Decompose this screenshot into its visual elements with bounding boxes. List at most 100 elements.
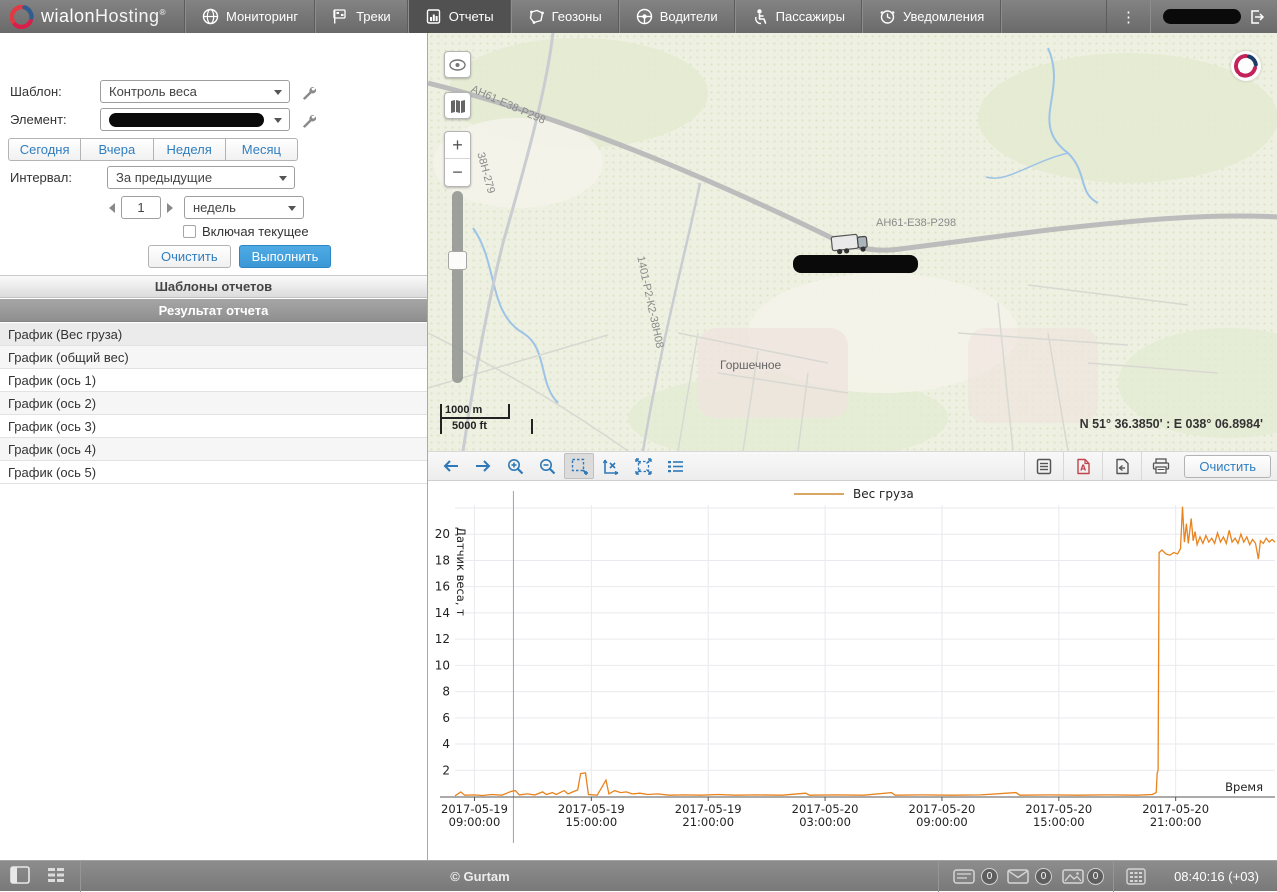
export-file-icon — [1114, 458, 1130, 475]
interval-increment-arrow[interactable] — [167, 203, 178, 213]
zoom-out-icon — [539, 458, 556, 475]
zoom-out-button[interactable]: − — [445, 159, 470, 186]
username-redacted — [1163, 9, 1241, 24]
x-axis-title: Время — [1225, 780, 1263, 794]
nav-item-reports[interactable]: Отчеты — [408, 0, 511, 33]
export-pdf-button[interactable]: A — [1063, 452, 1102, 480]
town-label: Горшечное — [720, 358, 781, 372]
apps-keypad-icon[interactable] — [1126, 868, 1146, 885]
globe-icon — [202, 8, 219, 25]
include-current-checkbox[interactable] — [183, 225, 196, 238]
chart-zoom-x-button[interactable] — [596, 453, 626, 479]
nav-item-drivers[interactable]: Водители — [619, 0, 735, 33]
steering-wheel-icon — [636, 8, 653, 25]
template-settings-wrench-icon[interactable] — [300, 84, 316, 100]
photo-count-badge: 0 — [1087, 868, 1104, 885]
svg-text:2017-05-2003:00:00: 2017-05-2003:00:00 — [792, 802, 859, 829]
unit-name-label-redacted — [793, 255, 918, 273]
nav-item-tracks[interactable]: Треки — [315, 0, 408, 33]
legend-list-icon — [667, 459, 684, 474]
report-icon — [425, 8, 442, 25]
chart-export-group: A Очистить — [1024, 452, 1277, 480]
chart-legend-toggle-button[interactable] — [660, 453, 690, 479]
wialon-logo[interactable]: wialonHosting® — [0, 0, 185, 33]
interval-unit-select[interactable]: недель — [184, 196, 304, 219]
arrow-left-icon — [443, 460, 459, 472]
pdf-file-icon: A — [1075, 458, 1091, 475]
zoom-slider-track[interactable] — [452, 191, 463, 383]
svg-text:6: 6 — [442, 711, 450, 725]
chart-toolbar: A Очистить — [428, 451, 1277, 481]
result-item-chart-axle-5[interactable]: График (ось 5) — [0, 461, 427, 484]
svg-text:2017-05-2021:00:00: 2017-05-2021:00:00 — [1142, 802, 1209, 829]
y-axis-title: Датчик веса, т — [454, 527, 468, 616]
mail-count-badge: 0 — [1035, 868, 1052, 885]
nav-item-label: Треки — [356, 9, 391, 24]
nav-item-notifications[interactable]: Уведомления — [862, 0, 1001, 33]
chart-marquee-zoom-button[interactable] — [564, 453, 594, 479]
svg-text:4: 4 — [442, 737, 450, 751]
truck-icon — [829, 229, 871, 257]
section-report-result[interactable]: Результат отчета — [0, 299, 427, 322]
template-select[interactable]: Контроль веса — [100, 80, 290, 103]
clear-button[interactable]: Очистить — [148, 245, 231, 268]
nav-item-label: Мониторинг — [226, 9, 298, 24]
nav-item-geofences[interactable]: Геозоны — [511, 0, 619, 33]
unit-select[interactable] — [100, 108, 290, 131]
export-excel-button[interactable] — [1024, 452, 1063, 480]
svg-text:2: 2 — [442, 763, 450, 777]
nav-user-area[interactable] — [1150, 0, 1277, 33]
map-visibility-button[interactable] — [444, 51, 471, 78]
zoom-in-icon — [507, 458, 524, 475]
interval-label: Интервал: — [10, 170, 107, 185]
range-yesterday-button[interactable]: Вчера — [81, 138, 153, 161]
map-zoom-controls: + − — [444, 131, 471, 187]
result-item-chart-axle-2[interactable]: График (ось 2) — [0, 392, 427, 415]
sms-counter-icon[interactable] — [953, 869, 975, 884]
result-item-chart-axle-1[interactable]: График (ось 1) — [0, 369, 427, 392]
interval-decrement-arrow[interactable] — [104, 203, 115, 213]
print-button[interactable] — [1141, 452, 1180, 480]
chart-fit-all-button[interactable] — [628, 453, 658, 479]
zoom-slider-handle[interactable] — [448, 251, 467, 270]
nav-item-passengers[interactable]: Пассажиры — [735, 0, 862, 33]
chart-back-button[interactable] — [436, 453, 466, 479]
toggle-panel-icon[interactable] — [10, 866, 30, 884]
chart-forward-button[interactable] — [468, 453, 498, 479]
server-time: 08:40:16 (+03) — [1174, 869, 1259, 884]
mail-counter-icon[interactable] — [1007, 869, 1029, 884]
chart-zoom-out-button[interactable] — [532, 453, 562, 479]
section-report-templates[interactable]: Шаблоны отчетов — [0, 275, 427, 298]
nav-item-label: Геозоны — [552, 9, 602, 24]
execute-button[interactable]: Выполнить — [239, 245, 332, 268]
geofence-icon — [528, 8, 545, 25]
include-current-row[interactable]: Включая текущее — [183, 224, 309, 239]
logout-icon[interactable] — [1249, 9, 1265, 25]
result-item-chart-axle-3[interactable]: График (ось 3) — [0, 415, 427, 438]
scale-imperial: 5000 ft — [440, 419, 533, 434]
chart-legend: Вес груза — [794, 487, 914, 501]
photo-counter-icon[interactable] — [1062, 869, 1084, 884]
interval-count-input[interactable] — [121, 196, 161, 219]
range-month-button[interactable]: Месяц — [226, 138, 298, 161]
map-panel[interactable]: АН61-Е38-Р298 АН61-Е38-Р298 38Н-279 1401… — [428, 33, 1277, 451]
svg-text:14: 14 — [435, 606, 450, 620]
chart-canvas[interactable]: 24681012141618202017-05-1909:00:002017-0… — [428, 481, 1277, 860]
range-today-button[interactable]: Сегодня — [8, 138, 81, 161]
map-layers-button[interactable] — [444, 92, 471, 119]
export-file-button[interactable] — [1102, 452, 1141, 480]
unit-settings-wrench-icon[interactable] — [300, 112, 316, 128]
zoom-in-button[interactable]: + — [445, 132, 470, 159]
report-result-list: График (Вес груза) График (общий вес) Гр… — [0, 323, 427, 484]
bottom-grid-icon[interactable] — [46, 866, 66, 884]
result-item-chart-axle-4[interactable]: График (ось 4) — [0, 438, 427, 461]
chart-zoom-in-button[interactable] — [500, 453, 530, 479]
range-week-button[interactable]: Неделя — [154, 138, 226, 161]
result-item-chart-cargo-weight[interactable]: График (Вес груза) — [0, 323, 427, 346]
result-item-chart-total-weight[interactable]: График (общий вес) — [0, 346, 427, 369]
interval-type-select[interactable]: За предыдущие — [107, 166, 295, 189]
nav-item-monitoring[interactable]: Мониторинг — [185, 0, 315, 33]
weight-chart-panel[interactable]: 24681012141618202017-05-1909:00:002017-0… — [428, 481, 1277, 860]
nav-more-menu[interactable]: ⋮ — [1106, 0, 1150, 33]
chart-clear-button[interactable]: Очистить — [1184, 455, 1271, 478]
